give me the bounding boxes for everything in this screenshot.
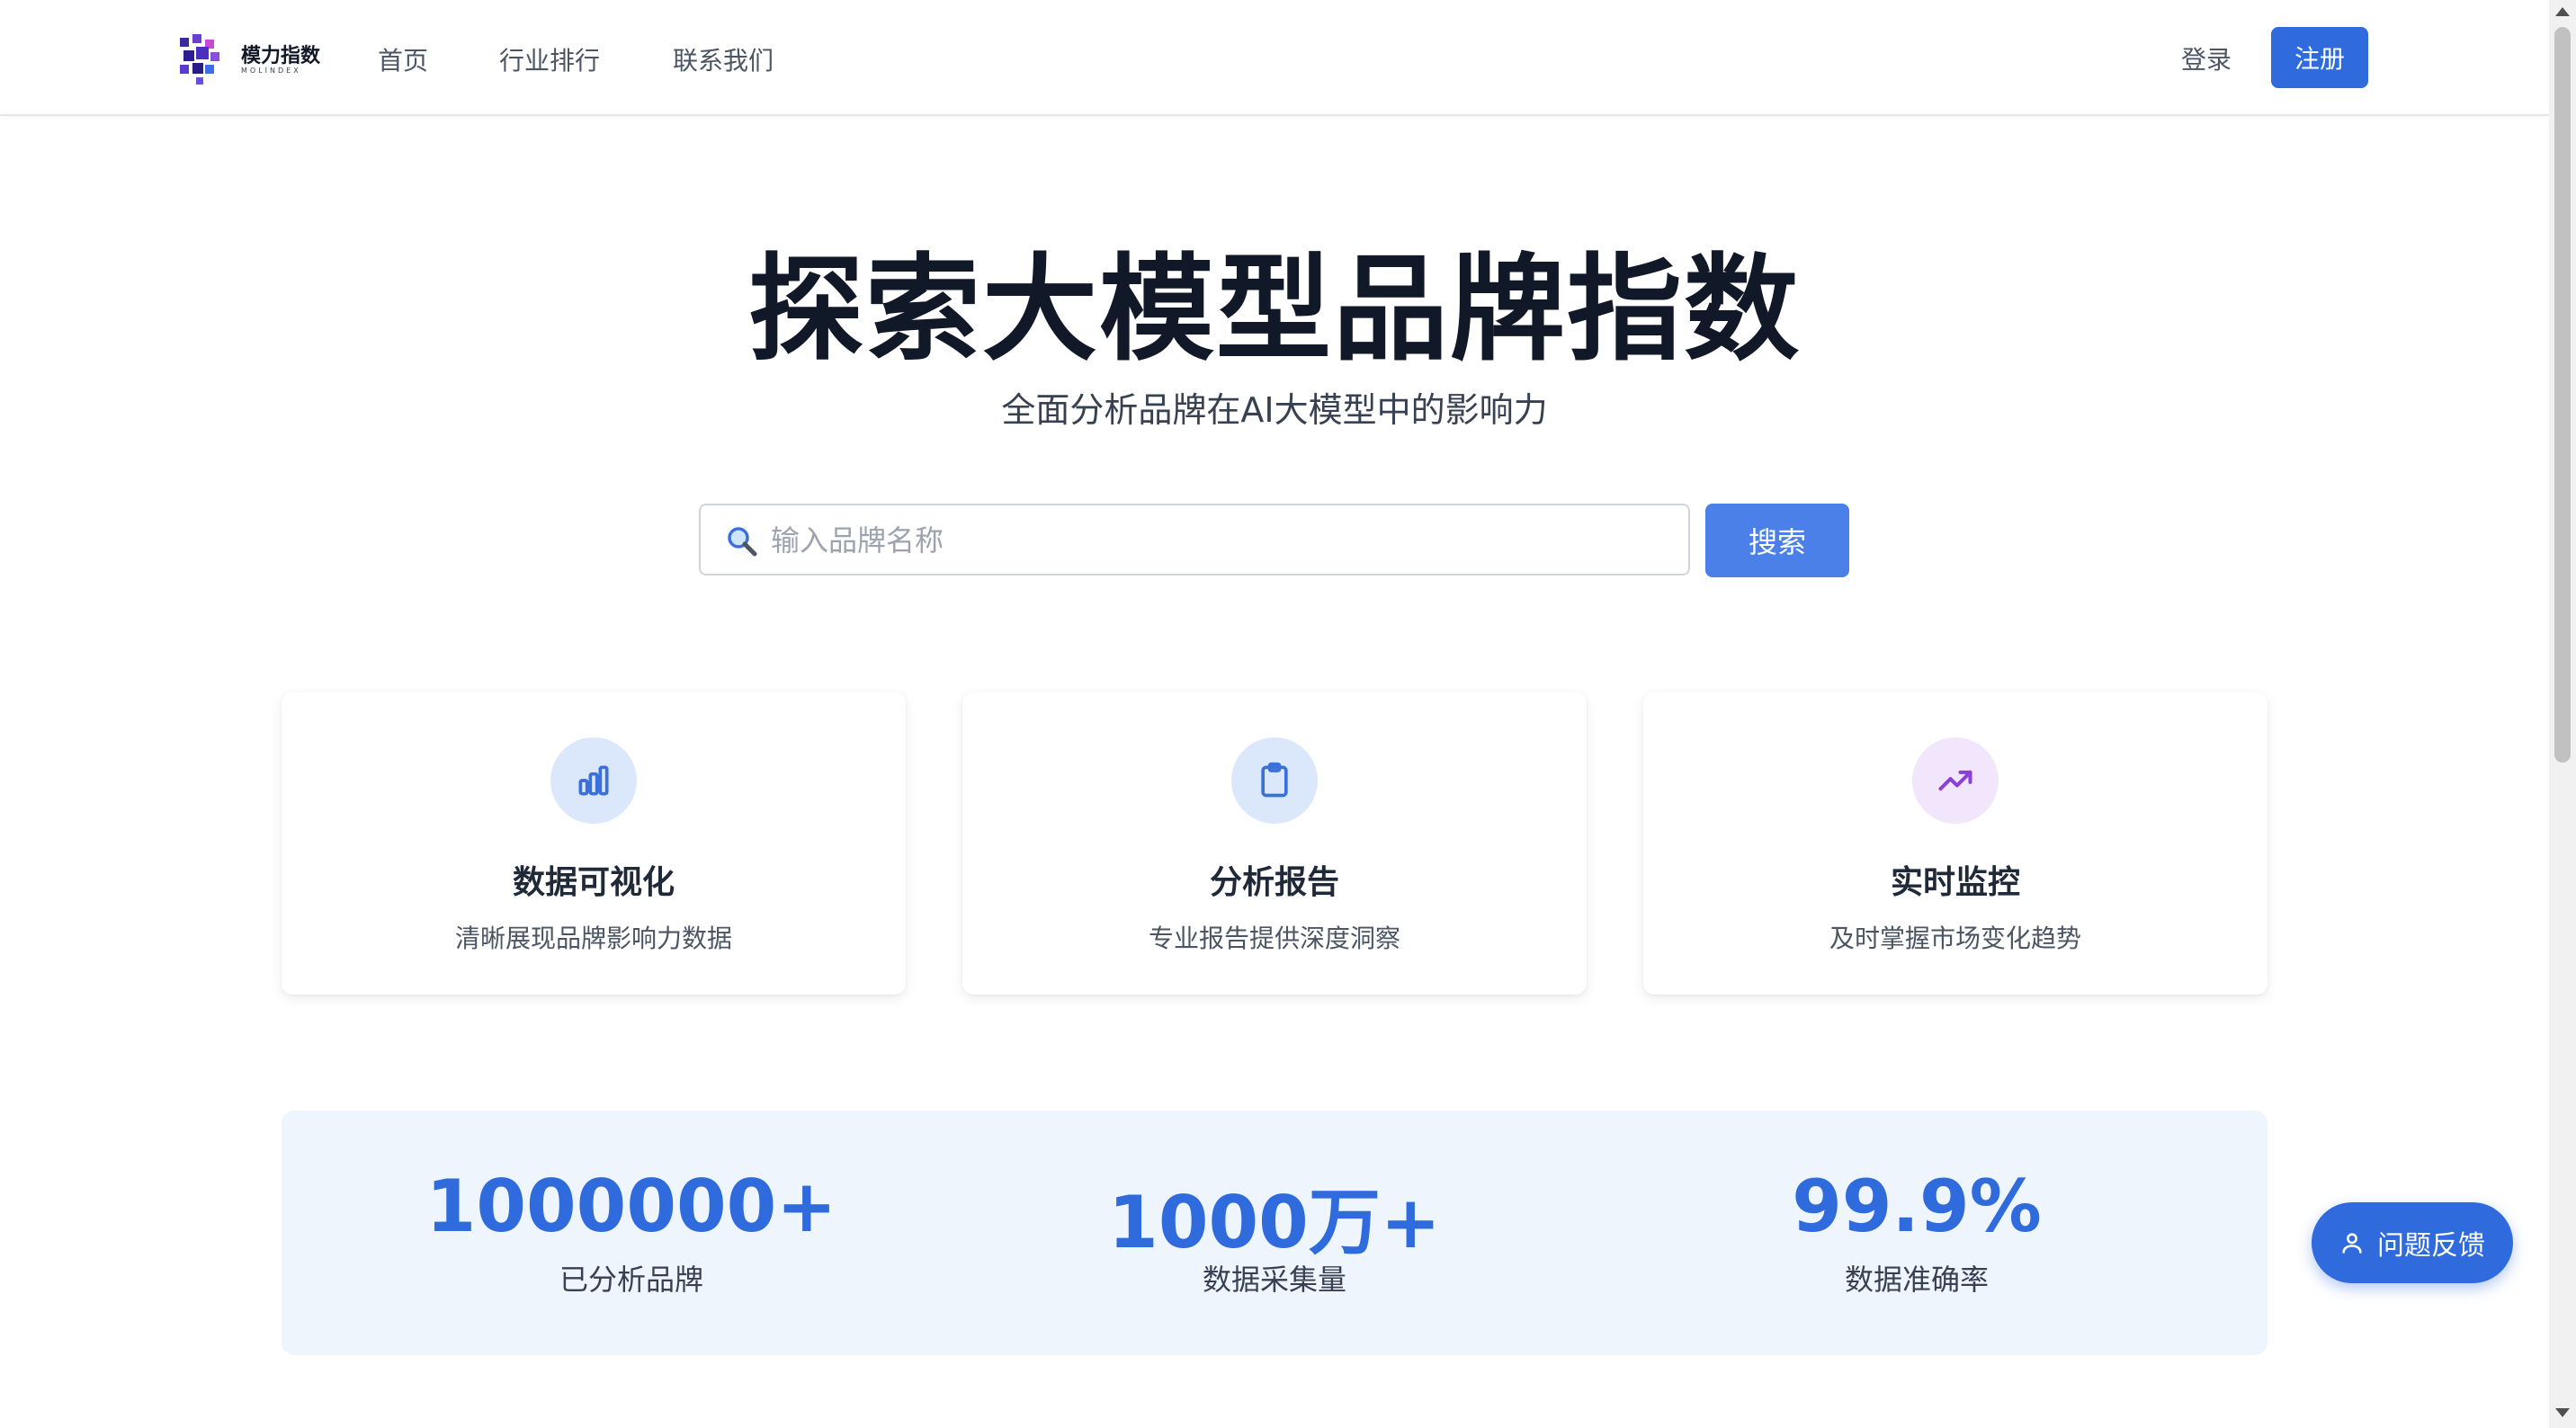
nav-industry-ranking[interactable]: 行业排行 bbox=[499, 41, 600, 77]
feature-title: 实时监控 bbox=[1890, 864, 2020, 901]
stat-value-brands: 1000000+ bbox=[425, 1165, 837, 1248]
feature-card-analysis-report[interactable]: 分析报告 专业报告提供深度洞察 bbox=[962, 692, 1587, 995]
search-button[interactable]: 搜索 bbox=[1705, 504, 1849, 577]
feature-desc: 清晰展现品牌影响力数据 bbox=[454, 924, 732, 953]
register-button[interactable]: 注册 bbox=[2271, 27, 2368, 88]
top-navbar: 模力指数 MOLINDEX 首页 行业排行 联系我们 登录 注册 bbox=[0, 0, 2549, 116]
scroll-up-arrow-icon[interactable] bbox=[2555, 7, 2570, 16]
feature-card-data-visualization[interactable]: 数据可视化 清晰展现品牌影响力数据 bbox=[282, 692, 906, 995]
login-link[interactable]: 登录 bbox=[2181, 40, 2232, 76]
logo-text: 模力指数 bbox=[241, 45, 321, 67]
feedback-label: 问题反馈 bbox=[2377, 1230, 2485, 1262]
logo-mark-icon bbox=[180, 34, 219, 85]
clipboard-icon bbox=[1231, 737, 1318, 824]
scrollbar[interactable] bbox=[2549, 0, 2576, 1428]
nav-contact-us[interactable]: 联系我们 bbox=[673, 41, 774, 77]
bar-chart-icon bbox=[550, 737, 637, 824]
scroll-down-arrow-icon[interactable] bbox=[2555, 1408, 2570, 1417]
feature-title: 数据可视化 bbox=[512, 864, 675, 901]
user-icon bbox=[2342, 1233, 2362, 1254]
feedback-button[interactable]: 问题反馈 bbox=[2312, 1202, 2513, 1283]
nav-home[interactable]: 首页 bbox=[378, 41, 428, 77]
feature-desc: 专业报告提供深度洞察 bbox=[1148, 924, 1400, 953]
hero-title: 探索大模型品牌指数 bbox=[747, 243, 1801, 377]
trending-up-icon bbox=[1912, 737, 1999, 824]
logo-subtext: MOLINDEX bbox=[241, 67, 301, 75]
stat-label-accuracy: 数据准确率 bbox=[1844, 1263, 1989, 1297]
stat-value-data: 1000万+ bbox=[1108, 1181, 1441, 1264]
logo[interactable]: 模力指数 MOLINDEX bbox=[180, 32, 331, 86]
search-icon bbox=[728, 527, 757, 557]
feature-desc: 及时掌握市场变化趋势 bbox=[1829, 924, 2081, 953]
stat-value-accuracy: 99.9% bbox=[1792, 1165, 2042, 1248]
scrollbar-thumb[interactable] bbox=[2554, 27, 2571, 763]
feature-card-realtime-monitoring[interactable]: 实时监控 及时掌握市场变化趋势 bbox=[1643, 692, 2267, 995]
stats-panel: 1000000+ 已分析品牌 1000万+ 数据采集量 99.9% 数据准确率 bbox=[282, 1111, 2267, 1355]
search-box bbox=[699, 504, 1690, 576]
hero-subtitle: 全面分析品牌在AI大模型中的影响力 bbox=[1001, 390, 1548, 430]
stat-label-brands: 已分析品牌 bbox=[559, 1263, 703, 1297]
stat-label-data: 数据采集量 bbox=[1202, 1263, 1346, 1297]
feature-title: 分析报告 bbox=[1209, 864, 1339, 901]
search-input[interactable] bbox=[769, 505, 1672, 576]
